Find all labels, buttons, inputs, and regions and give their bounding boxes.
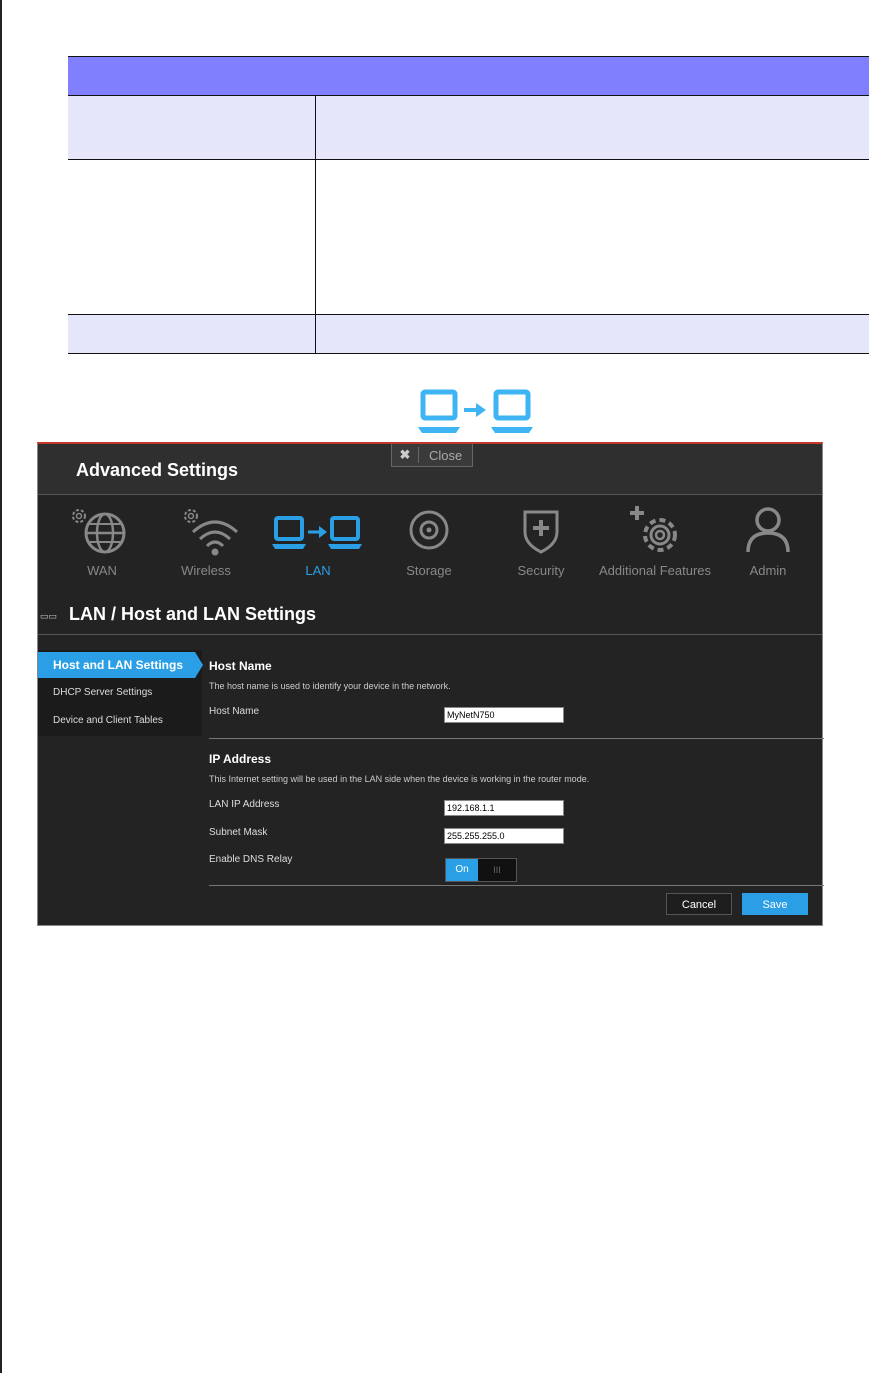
doc-table bbox=[68, 56, 869, 354]
add-gear-icon bbox=[630, 506, 677, 552]
lan-ip-input[interactable] bbox=[444, 800, 564, 816]
nav-label: Security bbox=[517, 563, 565, 578]
dns-relay-toggle[interactable]: On III bbox=[445, 858, 517, 882]
save-button[interactable]: Save bbox=[742, 893, 808, 915]
nav-label: LAN bbox=[305, 563, 331, 578]
storage-disc-icon bbox=[409, 510, 449, 550]
wifi-gear-icon bbox=[184, 509, 239, 556]
lan-computers-icon bbox=[272, 516, 362, 549]
window-header: Advanced Settings ✖ Close bbox=[38, 444, 822, 495]
lan-ip-label: LAN IP Address bbox=[209, 799, 280, 810]
page-title: LAN / Host and LAN Settings bbox=[69, 604, 316, 624]
cancel-button[interactable]: Cancel bbox=[666, 893, 732, 915]
nav-item-wireless[interactable]: Wireless bbox=[150, 496, 262, 586]
page-title-row: ▭▭ LAN / Host and LAN Settings bbox=[38, 594, 822, 635]
dns-relay-label: Enable DNS Relay bbox=[209, 854, 293, 865]
lan-small-icon: ▭▭ bbox=[40, 611, 58, 621]
section-divider bbox=[209, 738, 824, 739]
nav-item-storage[interactable]: Storage bbox=[373, 496, 485, 586]
doc-table-row bbox=[68, 314, 869, 354]
close-label: Close bbox=[429, 447, 463, 463]
host-name-label: Host Name bbox=[209, 706, 260, 717]
sidebar-item-label: Device and Client Tables bbox=[53, 715, 163, 726]
globe-gear-icon bbox=[72, 509, 126, 554]
close-button[interactable]: ✖ Close bbox=[391, 444, 473, 467]
doc-table-row bbox=[68, 95, 869, 160]
shield-icon bbox=[523, 510, 559, 554]
action-bar: Cancel Save bbox=[209, 893, 824, 917]
sidebar-item-host-lan-settings[interactable]: Host and LAN Settings bbox=[38, 652, 203, 678]
nav-item-security[interactable]: Security bbox=[485, 496, 597, 586]
active-arrow bbox=[195, 652, 203, 678]
nav-label: Wireless bbox=[181, 563, 231, 578]
subnet-mask-input[interactable] bbox=[444, 828, 564, 844]
advanced-settings-window: Advanced Settings ✖ Close WAN Wireless L… bbox=[37, 442, 824, 926]
nav-item-lan[interactable]: LAN bbox=[262, 496, 374, 586]
host-name-input[interactable] bbox=[444, 707, 564, 723]
nav-label: WAN bbox=[87, 563, 117, 578]
nav-item-admin[interactable]: Admin bbox=[712, 496, 824, 586]
sidebar-item-label: Host and LAN Settings bbox=[53, 658, 184, 672]
nav-item-additional-features[interactable]: Additional Features bbox=[599, 496, 711, 586]
nav-item-wan[interactable]: WAN bbox=[46, 496, 158, 586]
toggle-on: On bbox=[446, 859, 478, 881]
window-title: Advanced Settings bbox=[76, 460, 239, 480]
doc-table-header bbox=[68, 56, 869, 96]
ip-address-title: IP Address bbox=[209, 752, 272, 766]
sidebar-item-dhcp-server-settings[interactable]: DHCP Server Settings bbox=[38, 680, 202, 706]
main-nav: WAN Wireless LAN Storage Security Additi… bbox=[38, 496, 822, 586]
host-name-title: Host Name bbox=[209, 659, 272, 673]
host-name-desc: The host name is used to identify your d… bbox=[209, 681, 451, 691]
toggle-handle: III bbox=[493, 865, 501, 875]
sidebar-item-label: DHCP Server Settings bbox=[53, 687, 153, 698]
sidebar: Host and LAN Settings DHCP Server Settin… bbox=[38, 650, 203, 736]
user-icon bbox=[746, 507, 790, 553]
page-left-rule bbox=[0, 0, 2, 1373]
close-icon: ✖ bbox=[392, 447, 419, 463]
sidebar-item-device-client-tables[interactable]: Device and Client Tables bbox=[38, 708, 202, 734]
nav-label: Additional Features bbox=[599, 563, 712, 578]
nav-label: Storage bbox=[406, 563, 452, 578]
nav-label: Admin bbox=[749, 563, 787, 578]
lan-computers-icon bbox=[418, 389, 534, 438]
section-divider bbox=[209, 885, 824, 886]
subnet-mask-label: Subnet Mask bbox=[209, 827, 268, 838]
doc-table-row bbox=[68, 159, 869, 315]
ip-address-desc: This Internet setting will be used in th… bbox=[209, 774, 590, 784]
